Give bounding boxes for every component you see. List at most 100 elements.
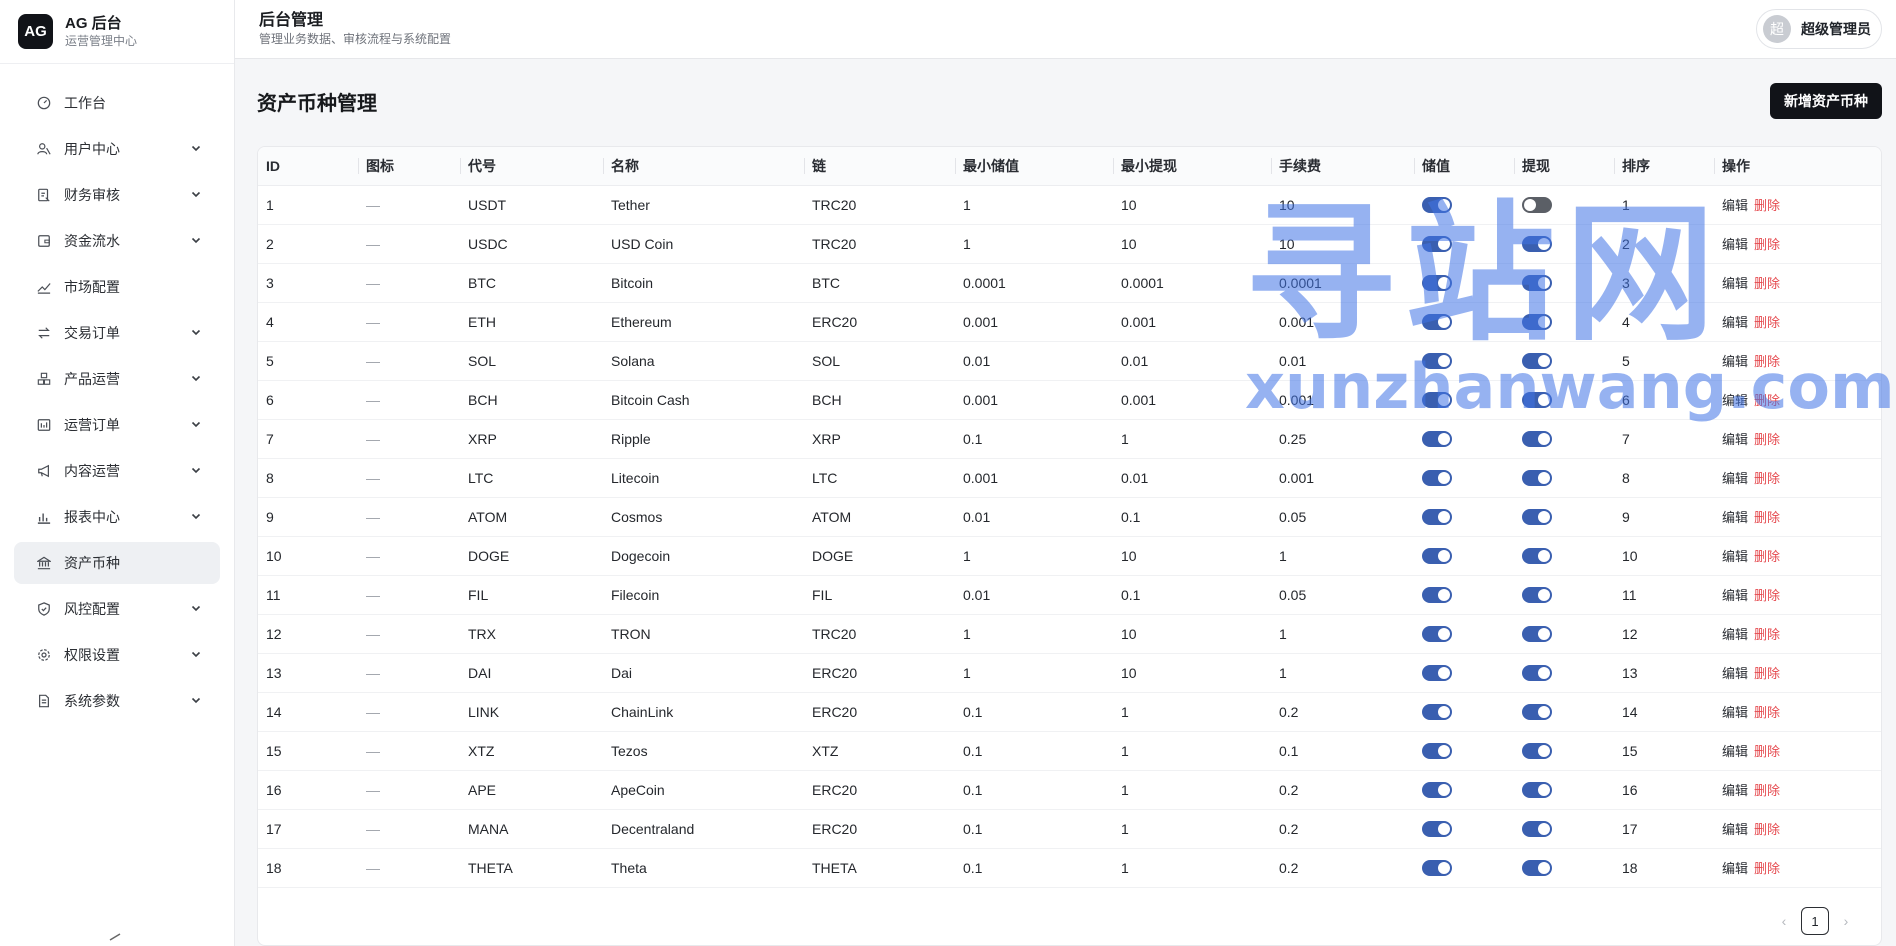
withdraw-toggle[interactable] [1522, 314, 1552, 331]
delete-button[interactable]: 删除 [1754, 315, 1780, 330]
edit-button[interactable]: 编辑 [1722, 744, 1748, 759]
delete-button[interactable]: 删除 [1754, 354, 1780, 369]
withdraw-toggle[interactable] [1522, 197, 1552, 214]
withdraw-toggle[interactable] [1522, 704, 1552, 721]
page-number-current[interactable]: 1 [1801, 907, 1829, 935]
user-menu[interactable]: 超 超级管理员 [1756, 9, 1882, 49]
edit-button[interactable]: 编辑 [1722, 861, 1748, 876]
add-asset-button[interactable]: 新增资产币种 [1770, 83, 1882, 119]
withdraw-toggle[interactable] [1522, 782, 1552, 799]
delete-button[interactable]: 删除 [1754, 705, 1780, 720]
edit-button[interactable]: 编辑 [1722, 471, 1748, 486]
sidebar-item-3[interactable]: 资金流水 [14, 220, 220, 262]
prev-page-button[interactable]: ‹ [1777, 913, 1791, 929]
withdraw-toggle[interactable] [1522, 548, 1552, 565]
cell-min-deposit: 1 [955, 185, 1113, 225]
sidebar-item-12[interactable]: 权限设置 [14, 634, 220, 676]
edit-button[interactable]: 编辑 [1722, 549, 1748, 564]
sidebar-item-10[interactable]: 资产币种 [14, 542, 220, 584]
sidebar-item-8[interactable]: 内容运营 [14, 450, 220, 492]
table-row: 11— FIL Filecoin FIL 0.01 0.1 0.05 11 编辑 删除 [258, 575, 1881, 615]
edit-button[interactable]: 编辑 [1722, 666, 1748, 681]
withdraw-toggle[interactable] [1522, 392, 1552, 409]
deposit-toggle[interactable] [1422, 236, 1452, 253]
sidebar-item-7[interactable]: 运营订单 [14, 404, 220, 446]
edit-button[interactable]: 编辑 [1722, 432, 1748, 447]
collapse-icon[interactable] [108, 932, 122, 942]
withdraw-toggle[interactable] [1522, 431, 1552, 448]
withdraw-toggle[interactable] [1522, 587, 1552, 604]
deposit-cell [1414, 809, 1514, 849]
sidebar-item-6[interactable]: 产品运营 [14, 358, 220, 400]
edit-button[interactable]: 编辑 [1722, 315, 1748, 330]
sidebar-item-11[interactable]: 风控配置 [14, 588, 220, 630]
edit-button[interactable]: 编辑 [1722, 822, 1748, 837]
edit-button[interactable]: 编辑 [1722, 783, 1748, 798]
edit-button[interactable]: 编辑 [1722, 237, 1748, 252]
deposit-toggle[interactable] [1422, 587, 1452, 604]
deposit-toggle[interactable] [1422, 626, 1452, 643]
edit-button[interactable]: 编辑 [1722, 627, 1748, 642]
edit-button[interactable]: 编辑 [1722, 276, 1748, 291]
delete-button[interactable]: 删除 [1754, 432, 1780, 447]
sidebar-item-4[interactable]: 市场配置 [14, 266, 220, 308]
delete-button[interactable]: 删除 [1754, 471, 1780, 486]
delete-button[interactable]: 删除 [1754, 276, 1780, 291]
table-row: 15— XTZ Tezos XTZ 0.1 1 0.1 15 编辑 删除 [258, 731, 1881, 771]
withdraw-toggle[interactable] [1522, 821, 1552, 838]
withdraw-toggle[interactable] [1522, 860, 1552, 877]
sidebar-item-2[interactable]: 财务审核 [14, 174, 220, 216]
deposit-toggle[interactable] [1422, 275, 1452, 292]
edit-button[interactable]: 编辑 [1722, 198, 1748, 213]
withdraw-toggle[interactable] [1522, 236, 1552, 253]
deposit-toggle[interactable] [1422, 431, 1452, 448]
cell-name: Decentraland [603, 809, 804, 849]
withdraw-toggle[interactable] [1522, 470, 1552, 487]
deposit-toggle[interactable] [1422, 665, 1452, 682]
delete-button[interactable]: 删除 [1754, 588, 1780, 603]
withdraw-toggle[interactable] [1522, 665, 1552, 682]
sidebar-item-9[interactable]: 报表中心 [14, 496, 220, 538]
edit-button[interactable]: 编辑 [1722, 510, 1748, 525]
deposit-toggle[interactable] [1422, 743, 1452, 760]
withdraw-toggle[interactable] [1522, 275, 1552, 292]
delete-button[interactable]: 删除 [1754, 393, 1780, 408]
deposit-toggle[interactable] [1422, 470, 1452, 487]
sidebar-item-1[interactable]: 用户中心 [14, 128, 220, 170]
sidebar-item-0[interactable]: 工作台 [14, 82, 220, 124]
delete-button[interactable]: 删除 [1754, 510, 1780, 525]
deposit-toggle[interactable] [1422, 548, 1452, 565]
delete-button[interactable]: 删除 [1754, 237, 1780, 252]
deposit-toggle[interactable] [1422, 314, 1452, 331]
edit-button[interactable]: 编辑 [1722, 588, 1748, 603]
deposit-toggle[interactable] [1422, 860, 1452, 877]
sidebar-item-13[interactable]: 系统参数 [14, 680, 220, 722]
withdraw-toggle[interactable] [1522, 626, 1552, 643]
deposit-toggle[interactable] [1422, 704, 1452, 721]
withdraw-toggle[interactable] [1522, 743, 1552, 760]
delete-button[interactable]: 删除 [1754, 822, 1780, 837]
sidebar-item-5[interactable]: 交易订单 [14, 312, 220, 354]
delete-button[interactable]: 删除 [1754, 744, 1780, 759]
deposit-toggle[interactable] [1422, 353, 1452, 370]
delete-button[interactable]: 删除 [1754, 666, 1780, 681]
delete-button[interactable]: 删除 [1754, 627, 1780, 642]
cell-icon: — [358, 809, 460, 849]
withdraw-toggle[interactable] [1522, 353, 1552, 370]
edit-button[interactable]: 编辑 [1722, 393, 1748, 408]
delete-button[interactable]: 删除 [1754, 198, 1780, 213]
cell-actions: 编辑 删除 [1714, 302, 1881, 342]
deposit-toggle[interactable] [1422, 509, 1452, 526]
edit-button[interactable]: 编辑 [1722, 354, 1748, 369]
next-page-button[interactable]: › [1839, 913, 1853, 929]
edit-button[interactable]: 编辑 [1722, 705, 1748, 720]
deposit-toggle[interactable] [1422, 821, 1452, 838]
deposit-toggle[interactable] [1422, 197, 1452, 214]
cell-chain: TRC20 [804, 224, 955, 264]
delete-button[interactable]: 删除 [1754, 783, 1780, 798]
withdraw-toggle[interactable] [1522, 509, 1552, 526]
delete-button[interactable]: 删除 [1754, 861, 1780, 876]
delete-button[interactable]: 删除 [1754, 549, 1780, 564]
deposit-toggle[interactable] [1422, 782, 1452, 799]
deposit-toggle[interactable] [1422, 392, 1452, 409]
